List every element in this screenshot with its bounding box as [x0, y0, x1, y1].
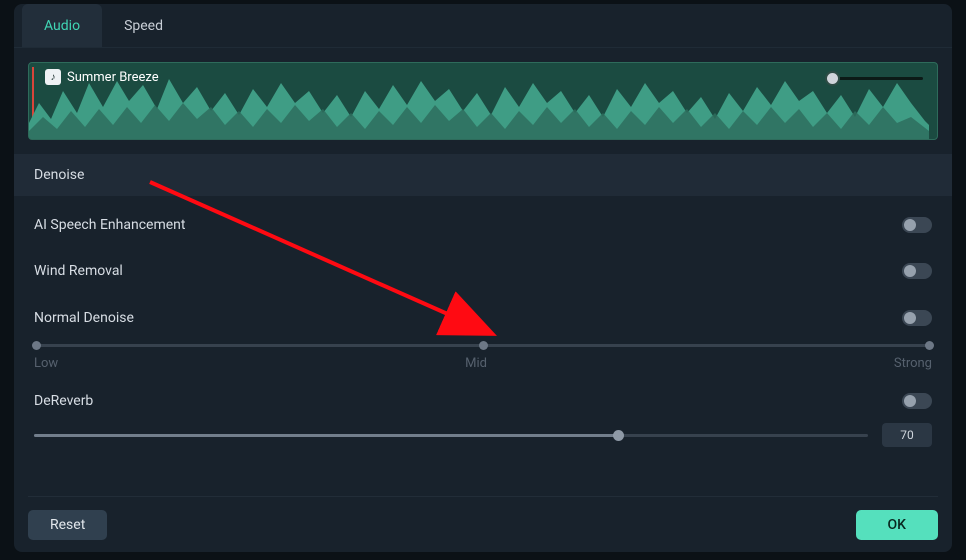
- slider-label-low: Low: [34, 356, 58, 371]
- slider-stop-mid[interactable]: [479, 341, 488, 350]
- slider-label-mid: Mid: [465, 356, 487, 371]
- tab-audio[interactable]: Audio: [22, 4, 102, 47]
- audio-track-card[interactable]: ♪ Summer Breeze: [28, 62, 938, 140]
- waveform: [29, 73, 929, 139]
- reset-button[interactable]: Reset: [28, 510, 107, 540]
- label-ai-speech: AI Speech Enhancement: [34, 217, 185, 233]
- toggle-dereverb[interactable]: [902, 393, 932, 409]
- label-wind-removal: Wind Removal: [34, 263, 123, 279]
- options-list: AI Speech Enhancement Wind Removal Norma…: [28, 196, 938, 447]
- footer: Reset OK: [28, 496, 938, 542]
- panel-body: ♪ Summer Breeze Denoise AI Speech Enhanc…: [14, 48, 952, 552]
- toggle-wind-removal[interactable]: [902, 263, 932, 279]
- ok-button[interactable]: OK: [856, 510, 939, 540]
- label-normal-denoise: Normal Denoise: [34, 310, 134, 326]
- dereverb-value[interactable]: 70: [882, 423, 932, 447]
- track-gain-slider[interactable]: [831, 77, 923, 80]
- slider-normal-denoise[interactable]: [34, 340, 932, 350]
- panel: Audio Speed ♪ Summer Breeze Denoise AI S…: [14, 4, 952, 552]
- row-dereverb: DeReverb 70: [34, 377, 932, 447]
- label-dereverb: DeReverb: [34, 393, 93, 409]
- track-gain-knob[interactable]: [825, 71, 840, 86]
- tab-speed[interactable]: Speed: [102, 4, 185, 47]
- section-header-denoise: Denoise: [14, 154, 952, 196]
- slider-label-strong: Strong: [894, 356, 932, 371]
- slider-dereverb-knob[interactable]: [613, 430, 624, 441]
- toggle-normal-denoise[interactable]: [902, 310, 932, 326]
- toggle-ai-speech[interactable]: [902, 217, 932, 233]
- tab-bar: Audio Speed: [14, 4, 952, 48]
- slider-stop-low[interactable]: [32, 341, 41, 350]
- row-normal-denoise: Normal Denoise Low Mid Strong: [34, 294, 932, 377]
- music-note-icon: ♪: [45, 69, 61, 85]
- slider-stop-strong[interactable]: [925, 341, 934, 350]
- row-ai-speech: AI Speech Enhancement: [34, 202, 932, 248]
- row-wind-removal: Wind Removal: [34, 248, 932, 294]
- track-title: Summer Breeze: [67, 70, 159, 85]
- slider-dereverb[interactable]: [34, 429, 868, 441]
